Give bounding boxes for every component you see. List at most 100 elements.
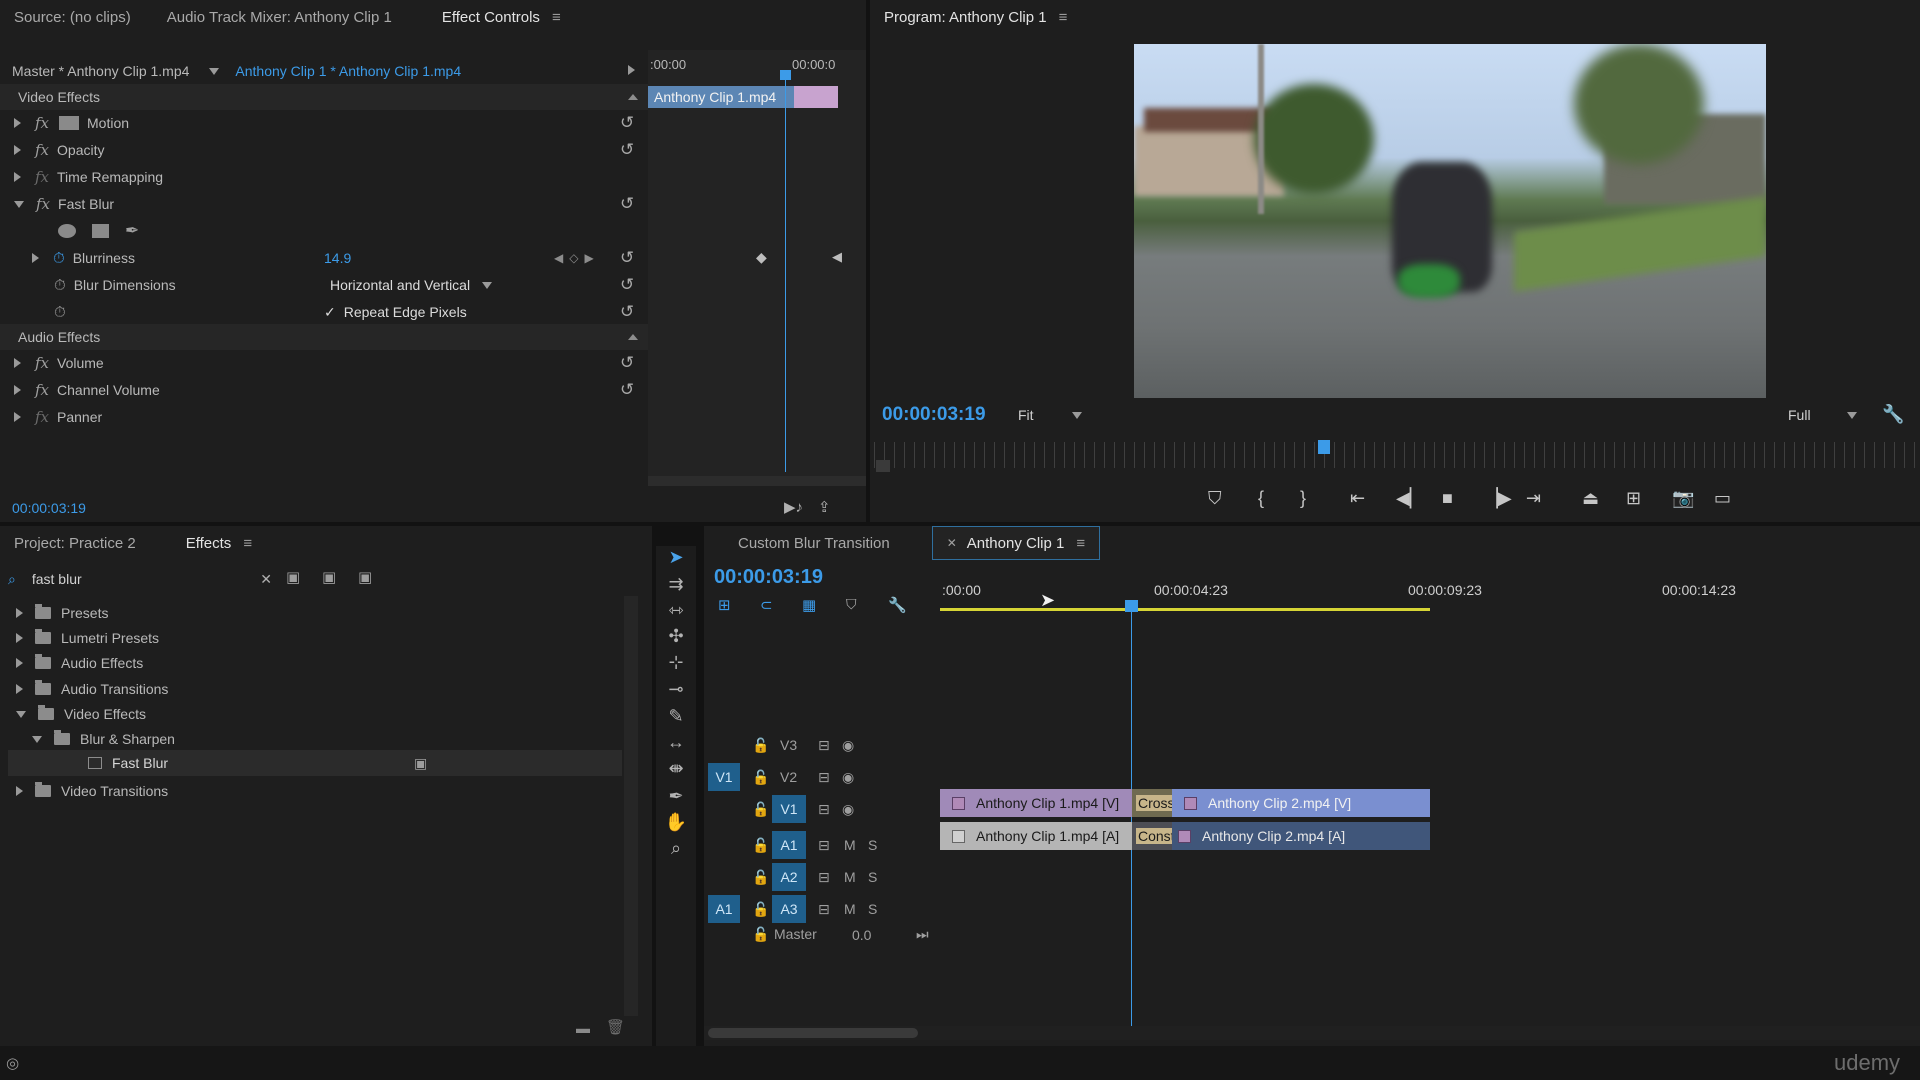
fx-icon[interactable]: fx — [35, 381, 49, 399]
effect-controls-timecode[interactable]: 00:00:03:19 — [12, 500, 86, 516]
track-select-tool-icon[interactable]: ⇉ — [662, 572, 690, 596]
rectangle-mask-icon[interactable] — [92, 224, 109, 238]
expand-icon[interactable] — [16, 608, 23, 618]
mute-button[interactable]: M — [844, 869, 856, 885]
effect-row-motion[interactable]: fx Motion ↺ — [0, 110, 648, 136]
razor-tool-icon[interactable]: ⊸ — [662, 677, 690, 701]
ellipse-mask-icon[interactable] — [58, 224, 76, 238]
slide-tool-icon[interactable]: ↔ — [662, 730, 690, 754]
step-back-icon[interactable]: ◀▏ — [1396, 488, 1424, 509]
sync-lock-icon[interactable]: ⊟ — [818, 901, 830, 918]
clip-a1-anthony-2[interactable]: Anthony Clip 2.mp4 [A] — [1172, 822, 1430, 850]
32bit-effects-icon[interactable]: ▣ — [322, 568, 336, 586]
ruler-scroll-handle[interactable] — [876, 460, 890, 472]
go-to-out-icon[interactable]: ⇥ — [1526, 488, 1541, 509]
clip-v1-anthony-2[interactable]: Anthony Clip 2.mp4 [V] — [1172, 789, 1430, 817]
fx-icon[interactable]: fx — [35, 114, 49, 132]
new-folder-icon[interactable]: ▬ — [576, 1020, 590, 1036]
effect-row-fast-blur[interactable]: fx Fast Blur ↺ — [0, 191, 648, 217]
clear-search-icon[interactable]: ✕ — [260, 571, 272, 588]
ripple-edit-tool-icon[interactable]: ⇿ — [662, 598, 690, 622]
lock-icon[interactable]: 🔓 — [752, 901, 769, 918]
expand-icon[interactable] — [16, 633, 23, 643]
mini-clip-bar[interactable]: Anthony Clip 1.mp4 — [648, 86, 838, 108]
keyframe-navigator[interactable]: ◀◇▶ — [554, 251, 600, 265]
snap-icon[interactable]: ⊞ — [718, 596, 731, 614]
tree-item[interactable]: Audio Effects — [8, 650, 622, 676]
delete-icon[interactable]: 🗑 — [606, 1018, 625, 1036]
add-marker-icon[interactable]: ⛉ — [846, 596, 857, 613]
collapse-icon[interactable] — [16, 710, 26, 718]
scrollbar-thumb[interactable] — [708, 1028, 918, 1038]
play-only-audio-icon[interactable] — [628, 65, 635, 75]
filter-icon[interactable]: ▶♪ — [784, 498, 803, 516]
stop-icon[interactable]: ■ — [1442, 488, 1453, 509]
go-to-end-icon[interactable]: ⏭ — [916, 926, 929, 943]
go-to-in-icon[interactable]: ⇤ — [1350, 488, 1365, 509]
solo-button[interactable]: S — [868, 837, 877, 853]
reset-icon[interactable]: ↺ — [620, 275, 634, 295]
panel-menu-icon[interactable]: ≡ — [1059, 9, 1068, 26]
reset-icon[interactable]: ↺ — [620, 302, 634, 322]
track-target-a1[interactable]: A1 — [772, 831, 806, 859]
expand-icon[interactable] — [14, 385, 21, 395]
solo-button[interactable]: S — [868, 901, 877, 917]
track-target-a3[interactable]: A3 — [772, 895, 806, 923]
reset-icon[interactable]: ↺ — [620, 353, 634, 373]
lock-icon[interactable]: 🔓 — [752, 926, 769, 943]
effect-row-panner[interactable]: fx Panner — [0, 404, 648, 430]
program-playhead[interactable] — [1318, 440, 1330, 454]
sync-lock-icon[interactable]: ⊟ — [818, 837, 830, 854]
expand-icon[interactable] — [14, 172, 21, 182]
lock-icon[interactable]: 🔓 — [752, 769, 769, 786]
sync-lock-icon[interactable]: ⊟ — [818, 869, 830, 886]
expand-icon[interactable] — [14, 358, 21, 368]
effect-row-volume[interactable]: fx Volume ↺ — [0, 350, 648, 376]
add-marker-icon[interactable]: ⛉ — [1208, 488, 1222, 509]
mute-button[interactable]: M — [844, 837, 856, 853]
keyframe-nav-icon[interactable]: ◀ — [832, 249, 842, 265]
clip-a1-anthony-1[interactable]: Anthony Clip 1.mp4 [A] — [940, 822, 1132, 850]
panel-menu-icon[interactable]: ≡ — [552, 9, 561, 26]
expand-icon[interactable] — [14, 412, 21, 422]
blur-dimensions-dropdown[interactable]: Horizontal and Vertical — [330, 277, 493, 293]
fx-icon[interactable]: fx — [36, 195, 50, 213]
master-value[interactable]: 0.0 — [852, 927, 871, 943]
tree-item[interactable]: Audio Transitions — [8, 676, 622, 702]
timeline-playhead-marker[interactable] — [1125, 600, 1138, 612]
repeat-edge-checkbox[interactable]: ✓ Repeat Edge Pixels — [324, 304, 467, 321]
reset-icon[interactable]: ↺ — [620, 194, 634, 214]
yuv-effects-icon[interactable]: ▣ — [358, 568, 372, 586]
export-icon[interactable]: ⇪ — [818, 498, 831, 516]
tree-scrollbar[interactable] — [624, 596, 638, 1016]
collapse-icon[interactable] — [628, 94, 638, 100]
collapse-icon[interactable] — [628, 334, 638, 340]
tab-project[interactable]: Project: Practice 2 — [0, 526, 150, 560]
fx-icon[interactable]: fx — [35, 354, 49, 372]
export-frame-icon[interactable]: 📷 — [1672, 488, 1694, 509]
insert-sequence-icon[interactable]: ▦ — [802, 596, 816, 614]
tree-item[interactable]: Lumetri Presets — [8, 625, 622, 651]
reset-icon[interactable]: ↺ — [620, 113, 634, 133]
timeline-settings-icon[interactable]: 🔧 — [888, 596, 907, 614]
search-input[interactable]: fast blur — [32, 571, 82, 587]
slip-tool-icon[interactable]: ✎ — [662, 704, 690, 728]
accelerated-effects-icon[interactable]: ▣ — [286, 568, 300, 586]
lock-icon[interactable]: 🔓 — [752, 801, 769, 818]
sync-lock-icon[interactable]: ⊟ — [818, 737, 830, 754]
expand-icon[interactable] — [16, 658, 23, 668]
pen-mask-icon[interactable]: ✒ — [125, 221, 139, 241]
effects-search[interactable]: ⌕ fast blur ✕ — [8, 568, 272, 590]
settings-wrench-icon[interactable]: 🔧 — [1882, 404, 1904, 425]
expand-icon[interactable] — [32, 253, 39, 263]
zoom-dropdown[interactable]: Fit — [1018, 407, 1082, 423]
eye-icon[interactable]: ◉ — [842, 737, 854, 754]
hand-tool-icon[interactable]: ✒ — [662, 784, 690, 808]
rate-stretch-tool-icon[interactable]: ⊹ — [662, 650, 690, 674]
sync-lock-icon[interactable]: ⊟ — [818, 801, 830, 818]
lock-icon[interactable]: 🔓 — [752, 737, 769, 754]
transition-cross-dissolve[interactable]: Cross Di — [1132, 789, 1172, 817]
program-video-frame[interactable] — [1134, 44, 1766, 398]
tree-item[interactable]: Presets — [8, 600, 622, 626]
solo-button[interactable]: S — [868, 869, 877, 885]
